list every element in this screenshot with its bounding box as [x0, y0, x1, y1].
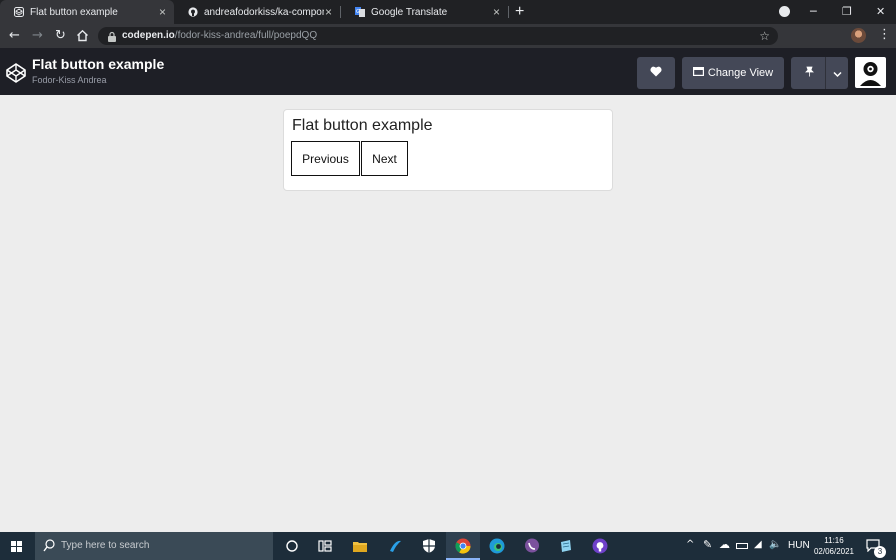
- minimize-icon[interactable]: ─: [810, 2, 817, 22]
- url-text: codepen.io/fodor-kiss-andrea/full/poepdQ…: [122, 30, 318, 41]
- task-view-icon[interactable]: [317, 538, 333, 554]
- tab-flat-button-example[interactable]: Flat button example ×: [0, 0, 174, 24]
- close-window-icon[interactable]: ✕: [876, 2, 885, 22]
- svg-text:G: G: [356, 9, 360, 15]
- tab-separator: [508, 6, 509, 18]
- pen-input-icon[interactable]: ✎: [703, 539, 712, 551]
- wifi-icon[interactable]: ◢: [754, 539, 762, 551]
- restore-icon[interactable]: ❐: [842, 2, 852, 22]
- taskbar-clock[interactable]: 11:16 02/06/2021: [812, 535, 856, 557]
- close-tab-icon[interactable]: ×: [493, 5, 500, 19]
- google-translate-icon: G: [355, 7, 365, 17]
- search-icon: [43, 539, 55, 553]
- forward-icon[interactable]: →: [32, 27, 43, 45]
- cortana-icon[interactable]: [284, 538, 300, 554]
- browser-menu-icon[interactable]: ⋮: [878, 27, 891, 43]
- page-heading: Flat button example: [292, 117, 433, 134]
- windows-taskbar: Type here to search ^ ✎ ☁ ◢ 🔈 HUN 11:16 …: [0, 532, 896, 560]
- github-desktop-icon[interactable]: [592, 538, 608, 554]
- tab-title: Google Translate: [371, 6, 448, 18]
- bookmark-star-icon[interactable]: ☆: [759, 28, 770, 44]
- tab-google-translate[interactable]: G Google Translate ×: [341, 0, 508, 24]
- security-shield-icon[interactable]: [421, 538, 437, 554]
- github-icon: [188, 7, 198, 17]
- browser-toolbar: ← → ↻ codepen.io/fodor-kiss-andrea/full/…: [0, 24, 896, 65]
- browser-tab-strip: Flat button example × andreafodorkiss/ka…: [0, 0, 896, 24]
- input-language[interactable]: HUN: [788, 540, 810, 552]
- chrome-icon[interactable]: [455, 538, 471, 554]
- change-view-button[interactable]: Change View: [682, 57, 784, 89]
- pin-menu-button[interactable]: [791, 57, 848, 89]
- next-button[interactable]: Next: [361, 141, 408, 176]
- like-button[interactable]: [637, 57, 675, 89]
- volume-icon[interactable]: 🔈: [769, 539, 781, 551]
- viber-icon[interactable]: [524, 538, 540, 554]
- tab-title: Flat button example: [30, 6, 118, 18]
- close-tab-icon[interactable]: ×: [159, 5, 166, 19]
- lock-icon: [107, 30, 117, 42]
- change-view-label: Change View: [707, 67, 774, 79]
- user-avatar[interactable]: [855, 57, 886, 88]
- pin-icon: [805, 66, 814, 80]
- clock-time: 11:16: [824, 536, 844, 545]
- edge-icon[interactable]: [489, 538, 505, 554]
- heart-icon: [650, 66, 662, 80]
- codepen-header: Flat button example Fodor-Kiss Andrea Ch…: [0, 48, 896, 95]
- clock-date: 02/06/2021: [813, 547, 855, 556]
- music-app-icon[interactable]: [387, 538, 403, 554]
- onedrive-cloud-icon[interactable]: ☁: [719, 539, 730, 551]
- search-placeholder: Type here to search: [61, 540, 150, 551]
- file-explorer-icon[interactable]: [352, 538, 368, 554]
- battery-icon[interactable]: [736, 543, 748, 549]
- demo-card: Flat button example Previous Next: [283, 109, 613, 191]
- tab-title: andreafodorkiss/ka-components: [204, 6, 324, 18]
- pen-author[interactable]: Fodor-Kiss Andrea: [32, 74, 107, 86]
- address-bar[interactable]: codepen.io/fodor-kiss-andrea/full/poepdQ…: [98, 27, 778, 45]
- home-icon[interactable]: [76, 29, 89, 47]
- taskbar-search-box[interactable]: Type here to search: [35, 532, 273, 560]
- previous-button[interactable]: Previous: [291, 141, 360, 176]
- layout-icon: [692, 67, 704, 79]
- reload-icon[interactable]: ↻: [55, 27, 66, 45]
- show-hidden-icons-icon[interactable]: ^: [686, 539, 694, 551]
- new-tab-button[interactable]: +: [515, 2, 524, 22]
- profile-avatar[interactable]: [851, 28, 866, 43]
- pen-title: Flat button example: [32, 56, 165, 72]
- codepen-logo-icon[interactable]: [5, 62, 27, 84]
- windows-start-icon[interactable]: [11, 541, 22, 552]
- profile-shield-icon[interactable]: [779, 6, 790, 17]
- button-divider: [825, 57, 826, 89]
- back-icon[interactable]: ←: [9, 27, 20, 45]
- chevron-down-icon[interactable]: [833, 69, 842, 81]
- tab-github[interactable]: andreafodorkiss/ka-components ×: [174, 0, 340, 24]
- notification-count-badge: 3: [874, 546, 886, 558]
- close-tab-icon[interactable]: ×: [325, 5, 332, 19]
- codepen-icon: [14, 7, 24, 17]
- notes-app-icon[interactable]: [558, 538, 574, 554]
